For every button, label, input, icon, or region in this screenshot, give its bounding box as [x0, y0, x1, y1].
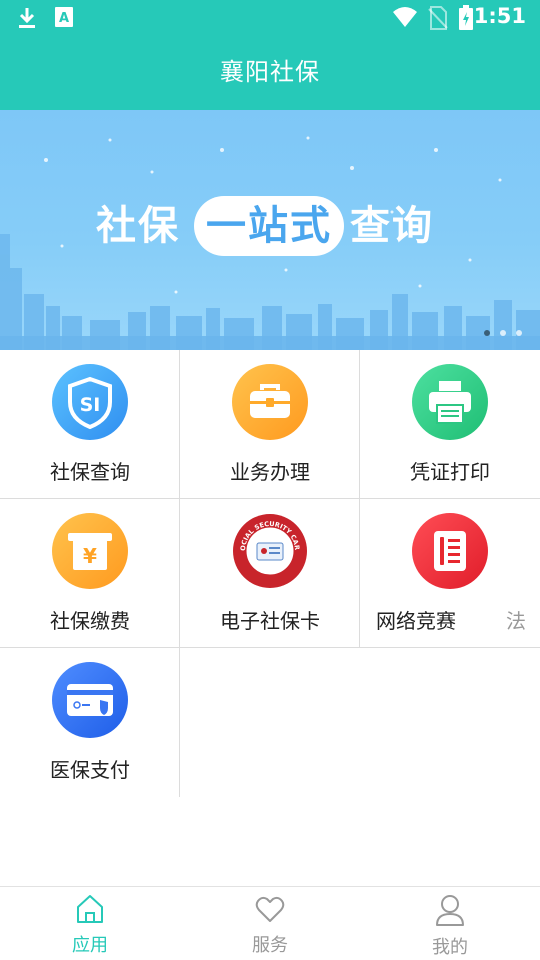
tab-label: 我的	[432, 937, 468, 958]
notepad-icon	[412, 513, 488, 589]
medical-card-icon	[52, 662, 128, 738]
grid-item-label: 业务办理	[230, 460, 310, 484]
tab-profile[interactable]: 我的	[360, 887, 540, 960]
status-bar: A 1:51	[0, 0, 540, 36]
tab-apps[interactable]: 应用	[0, 887, 180, 960]
grid-item-business-handling[interactable]: 业务办理	[180, 350, 360, 499]
printer-icon	[412, 364, 488, 440]
svg-text:SI: SI	[80, 394, 101, 416]
banner-pill: 一站式	[194, 196, 344, 256]
grid-item-label: 电子社保卡	[220, 609, 320, 633]
no-sim-icon	[428, 6, 448, 34]
briefcase-icon	[232, 364, 308, 440]
status-time: 1:51	[473, 4, 526, 28]
svg-text:A: A	[59, 11, 69, 26]
banner-text-left: 社保	[96, 203, 180, 249]
banner-slogan: 社保 一站式 查询	[0, 196, 540, 256]
download-icon	[16, 6, 38, 34]
shield-si-icon: SI	[52, 364, 128, 440]
grid-item-label: 社保缴费	[50, 609, 130, 633]
banner-text-pill: 一站式	[206, 203, 332, 249]
grid-item-online-contest[interactable]: 网络竞赛 法	[360, 499, 540, 648]
grid-item-voucher-print[interactable]: 凭证打印	[360, 350, 540, 499]
carousel-indicator	[484, 330, 522, 336]
grid-item-medical-insurance-payment[interactable]: 医保支付	[0, 648, 180, 797]
tab-label: 服务	[252, 935, 288, 956]
carousel-dot-2[interactable]	[500, 330, 506, 336]
top-app-bar: A 1:51 襄阳社保	[0, 0, 540, 110]
payment-yen-icon: ¥	[52, 513, 128, 589]
tab-label: 应用	[72, 935, 108, 956]
home-icon	[77, 895, 103, 923]
heart-icon	[255, 896, 285, 922]
bottom-navigation: 应用 服务 我的	[0, 886, 540, 960]
tab-services[interactable]: 服务	[180, 887, 360, 960]
carousel-dot-1[interactable]	[484, 330, 490, 336]
grid-item-social-security-query[interactable]: SI 社保查询	[0, 350, 180, 499]
grid-item-label: 社保查询	[50, 460, 130, 484]
grid-item-social-security-payment[interactable]: ¥ 社保缴费	[0, 499, 180, 648]
grid-item-e-social-security-card[interactable]: SOCIAL SECURITY CARD 社会保障卡 电子社保卡	[180, 499, 360, 648]
social-security-card-icon: SOCIAL SECURITY CARD 社会保障卡	[229, 507, 308, 589]
promo-banner[interactable]: 社保 一站式 查询	[0, 110, 540, 350]
carousel-dot-3[interactable]	[516, 330, 522, 336]
user-icon	[436, 895, 464, 926]
svg-text:¥: ¥	[83, 544, 97, 568]
grid-item-label: 凭证打印	[410, 460, 490, 484]
wifi-icon	[392, 6, 418, 32]
banner-text-right: 查询	[350, 203, 434, 249]
grid-item-label: 网络竞赛	[376, 609, 456, 633]
keyboard-a-icon: A	[54, 6, 74, 32]
battery-charging-icon	[458, 5, 474, 35]
grid-item-label: 医保支付	[50, 758, 130, 782]
grid-item-overflow-label: 法	[506, 609, 526, 633]
page-title: 襄阳社保	[220, 58, 320, 86]
